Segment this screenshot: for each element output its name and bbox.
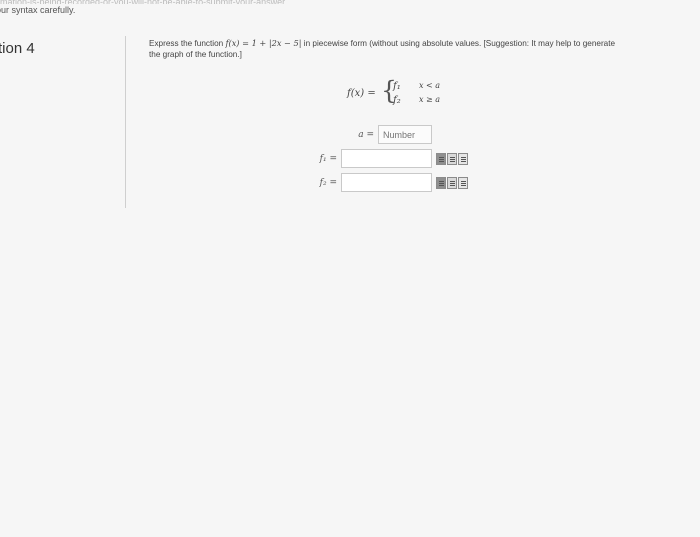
preview-icon[interactable] xyxy=(458,176,468,189)
case-1-condition: x < a xyxy=(419,81,441,90)
calculator-icon[interactable] xyxy=(447,176,457,189)
question-prompt: Express the function f(x) = 1 + |2x − 5|… xyxy=(149,38,619,60)
a-row: a = xyxy=(356,125,432,144)
function-expression: f(x) = 1 + |2x − 5| xyxy=(225,38,302,48)
formula-editor-icon[interactable] xyxy=(436,176,446,189)
piecewise-lhs: f(x) = xyxy=(347,88,376,99)
prompt-before: Express the function xyxy=(149,39,224,48)
case-2-condition: x ≥ a xyxy=(419,95,441,104)
question-label: tion 4 xyxy=(0,40,35,57)
question-sidebar xyxy=(0,36,126,208)
a-input[interactable] xyxy=(378,125,432,144)
f1-label: f₁ = xyxy=(319,153,337,164)
f1-tools xyxy=(436,152,468,165)
piecewise-definition: f(x) = { f₁ x < a f₂ x ≥ a xyxy=(347,78,457,110)
preview-icon[interactable] xyxy=(458,152,468,165)
piecewise-case-2: f₂ x ≥ a xyxy=(393,95,440,106)
a-label: a = xyxy=(358,129,374,140)
f1-row: f₁ = xyxy=(305,149,468,168)
f1-input[interactable] xyxy=(341,149,432,168)
f2-input[interactable] xyxy=(341,173,432,192)
f2-row: f₂ = xyxy=(305,173,468,192)
case-1-function: f₁ xyxy=(393,81,401,92)
top-cut-text: mation-is-being-recorded-or-you-will-not… xyxy=(0,0,700,4)
case-2-function: f₂ xyxy=(393,95,401,106)
f2-label: f₂ = xyxy=(319,177,337,188)
syntax-note: our syntax carefully. xyxy=(0,5,76,15)
piecewise-case-1: f₁ x < a xyxy=(393,81,440,92)
calculator-icon[interactable] xyxy=(447,152,457,165)
f2-tools xyxy=(436,176,468,189)
formula-editor-icon[interactable] xyxy=(436,152,446,165)
